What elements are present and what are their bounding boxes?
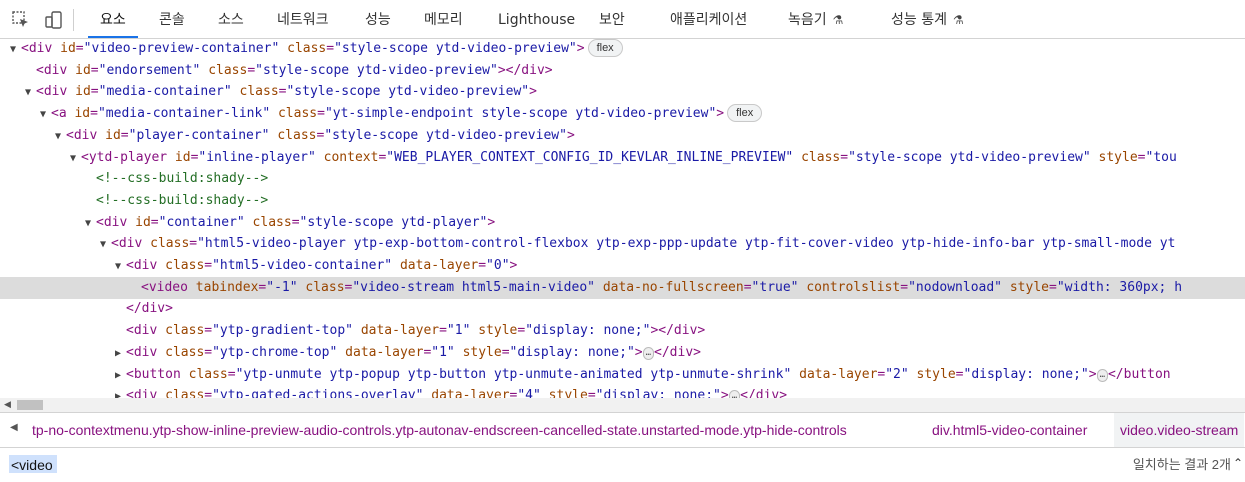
dom-node-code: <div class="ytp-chrome-top" data-layer="…: [126, 344, 643, 360]
dom-node-code: <!--css-build:shady-->: [96, 192, 269, 208]
flex-badge[interactable]: flex: [587, 39, 623, 57]
dom-node-code: <div class="ytp-gated-actions-overlay" d…: [126, 388, 729, 398]
breadcrumb-scroll-left-icon[interactable]: ◀: [10, 422, 18, 433]
expand-arrow-down-icon[interactable]: ▼: [100, 234, 111, 256]
dom-node[interactable]: </div>: [0, 298, 1245, 320]
breadcrumb-item[interactable]: tp-no-contextmenu.ytp-show-inline-previe…: [26, 413, 853, 447]
dom-node[interactable]: ▶ <button class="ytp-unmute ytp-popup ytp…: [0, 364, 1245, 386]
tab-performance-insights[interactable]: 성능 통계 ⚗: [891, 0, 964, 38]
dom-tree: ▼ <div id="video-preview-container" class…: [0, 38, 1245, 398]
expand-arrow-down-icon[interactable]: ▼: [70, 148, 81, 170]
dom-node[interactable]: ▼ <div class="html5-video-player ytp-exp-…: [0, 233, 1245, 255]
flex-badge[interactable]: flex: [727, 104, 763, 123]
dom-node[interactable]: ▶ <div class="ytp-chrome-top" data-layer=…: [0, 342, 1245, 364]
dom-node[interactable]: ▼ <a id="media-container-link" class="yt-…: [0, 103, 1245, 125]
tab-security[interactable]: 보안: [599, 0, 625, 38]
dom-node-code: </div>: [126, 301, 173, 317]
dom-node[interactable]: <div id="endorsement" class="style-scope…: [0, 60, 1245, 82]
search-options-icon[interactable]: ⌃: [1233, 456, 1243, 470]
devtools-toolbar: 요소 콘솔 소스 네트워크 성능 메모리 Lighthouse 보안 애플리케이…: [0, 0, 1245, 39]
tab-performance[interactable]: 성능: [365, 0, 391, 38]
tab-label: 네트워크: [277, 12, 329, 28]
dom-node[interactable]: ▼ <div class="html5-video-container" data…: [0, 255, 1245, 277]
breadcrumb-item[interactable]: div.html5-video-container: [926, 413, 1093, 447]
tab-label: 애플리케이션: [670, 12, 748, 28]
dom-node-code: <button class="ytp-unmute ytp-popup ytp-…: [126, 366, 1097, 382]
dom-node[interactable]: ▼ <ytd-player id="inline-player" context=…: [0, 147, 1245, 169]
expand-arrow-down-icon[interactable]: ▼: [85, 213, 96, 235]
tab-memory[interactable]: 메모리: [424, 0, 463, 38]
collapsed-children-icon[interactable]: …: [642, 346, 655, 360]
dom-node[interactable]: ▼ <div id="media-container" class="style-…: [0, 81, 1245, 103]
tab-elements[interactable]: 요소: [88, 0, 138, 38]
expand-arrow-down-icon[interactable]: ▼: [40, 104, 51, 126]
dom-node-code: <ytd-player id="inline-player" context="…: [81, 149, 1177, 165]
tab-application[interactable]: 애플리케이션: [670, 0, 747, 38]
tab-label: 성능: [365, 12, 391, 28]
dom-node-code: <div id="video-preview-container" class=…: [21, 41, 585, 56]
dom-node[interactable]: <div class="ytp-gradient-top" data-layer…: [0, 320, 1245, 342]
dom-node[interactable]: ▼ <div id="video-preview-container" class…: [0, 38, 1245, 60]
collapsed-children-icon[interactable]: …: [1096, 368, 1108, 382]
toolbar-divider: [73, 9, 74, 31]
inspect-element-icon[interactable]: [11, 10, 31, 30]
dom-node-selected[interactable]: <video tabindex="-1" class="video-stream…: [0, 276, 1245, 299]
tab-recorder[interactable]: 녹음기 ⚗: [788, 0, 843, 38]
dom-node[interactable]: ▼ <div id="container" class="style-scope …: [0, 212, 1245, 234]
dom-node[interactable]: ▶ <div class="ytp-gated-actions-overlay" …: [0, 385, 1245, 398]
tab-label: 보안: [599, 12, 625, 28]
expand-arrow-down-icon[interactable]: ▼: [115, 256, 126, 278]
scrollbar-thumb[interactable]: [17, 400, 43, 410]
tab-label: 메모리: [424, 12, 463, 28]
collapse-arrow-right-icon[interactable]: ▶: [115, 386, 126, 398]
collapse-arrow-right-icon[interactable]: ▶: [115, 343, 126, 365]
tab-label: 녹음기: [788, 12, 827, 28]
dom-node-code: <div class="ytp-gradient-top" data-layer…: [126, 323, 706, 339]
dom-node[interactable]: <!--css-build:shady-->: [0, 190, 1245, 212]
search-input[interactable]: [8, 454, 1094, 476]
collapse-arrow-right-icon[interactable]: ▶: [115, 365, 126, 387]
closing-tag: </button: [1107, 366, 1171, 382]
dom-node-code: <div id="endorsement" class="style-scope…: [36, 62, 553, 78]
dom-node[interactable]: <!--css-build:shady-->: [0, 168, 1245, 190]
search-bar: 일치하는 결과 2개 ⌃: [0, 448, 1245, 482]
dom-node[interactable]: ▼ <div id="player-container" class="style…: [0, 125, 1245, 147]
dom-node-code: <div id="media-container" class="style-s…: [36, 84, 537, 100]
scroll-left-icon[interactable]: ◀: [4, 398, 11, 412]
experiment-flask-icon: ⚗: [832, 13, 844, 27]
experiment-flask-icon: ⚗: [952, 13, 964, 27]
tab-label: Lighthouse: [498, 12, 576, 28]
tab-label: 성능 통계: [891, 12, 947, 28]
expand-arrow-down-icon[interactable]: ▼: [25, 82, 36, 104]
breadcrumb: ◀ tp-no-contextmenu.ytp-show-inline-prev…: [0, 412, 1245, 448]
tab-sources[interactable]: 소스: [218, 0, 244, 38]
tab-label: 소스: [218, 12, 244, 28]
collapsed-children-icon[interactable]: …: [728, 390, 741, 398]
expand-arrow-down-icon[interactable]: ▼: [10, 39, 21, 61]
closing-tag: </div>: [654, 344, 701, 360]
dom-node-code: <div id="container" class="style-scope y…: [96, 214, 496, 230]
horizontal-scrollbar[interactable]: ◀: [0, 398, 1245, 412]
tab-network[interactable]: 네트워크: [277, 0, 329, 38]
tab-console[interactable]: 콘솔: [159, 0, 185, 38]
dom-node-code: <video tabindex="-1" class="video-stream…: [141, 279, 1183, 295]
expand-arrow-down-icon[interactable]: ▼: [55, 126, 66, 148]
device-toolbar-icon[interactable]: [44, 10, 64, 30]
dom-node-code: <!--css-build:shady-->: [96, 171, 269, 187]
breadcrumb-item-selected[interactable]: video.video-stream: [1114, 413, 1245, 447]
closing-tag: </div>: [740, 388, 788, 398]
dom-node-code: <div id="player-container" class="style-…: [66, 127, 575, 143]
dom-node-code: <div class="html5-video-container" data-…: [126, 258, 518, 273]
tab-lighthouse[interactable]: Lighthouse: [498, 0, 575, 38]
dom-node-code: <div class="html5-video-player ytp-exp-b…: [111, 236, 1176, 252]
tab-label: 요소: [100, 12, 126, 28]
tab-label: 콘솔: [159, 12, 185, 28]
dom-node-code: <a id="media-container-link" class="yt-s…: [51, 106, 725, 122]
search-match-count: 일치하는 결과 2개: [1132, 457, 1231, 472]
